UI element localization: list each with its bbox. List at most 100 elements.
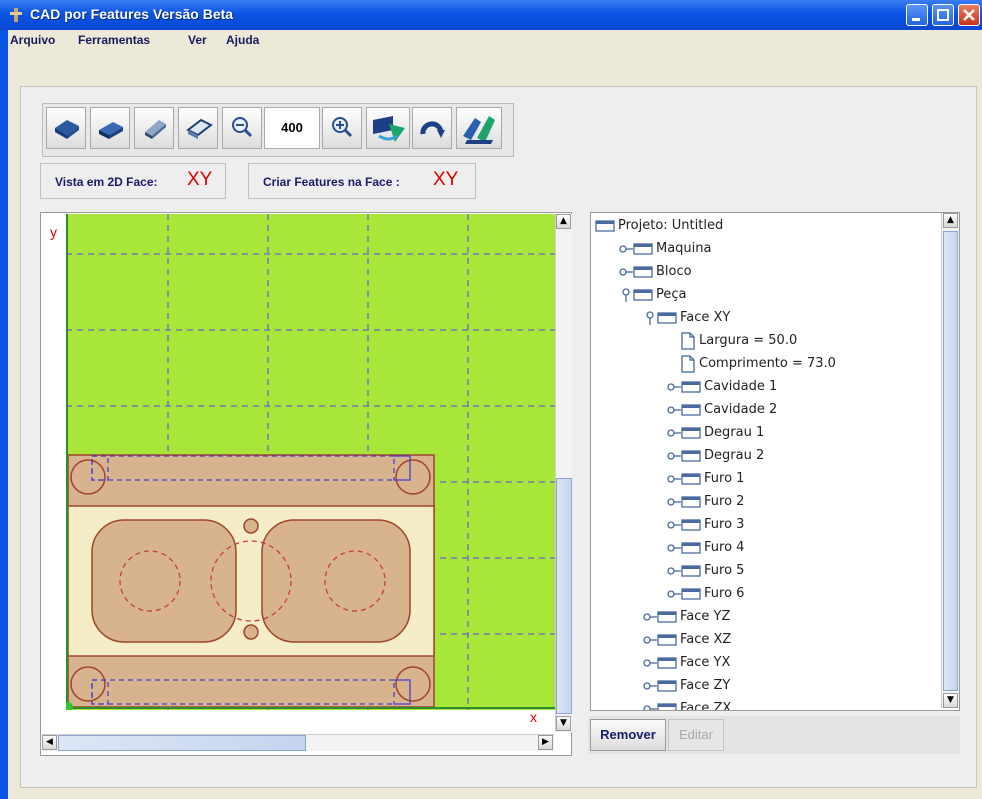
tree-node[interactable]: Face ZX [643,699,731,712]
folder-icon [657,634,677,646]
canvas-hscroll-thumb[interactable] [58,735,306,751]
minimize-button[interactable] [906,4,928,26]
folder-icon [681,450,701,462]
canvas-vertical-scrollbar[interactable]: ▲ ▼ [555,214,572,732]
view-top-icon [55,120,79,139]
tree-vertical-scrollbar[interactable]: ▲ ▼ [941,213,959,708]
remover-button[interactable]: Remover [590,719,666,751]
minimize-icon [912,18,920,21]
tree-node[interactable]: Largura = 50.0 [667,331,797,351]
tree-expanded-handle-icon[interactable] [643,310,657,325]
tree-collapsed-handle-icon[interactable] [619,242,633,256]
tree-collapsed-handle-icon[interactable] [643,702,657,712]
tree-collapsed-handle-icon[interactable] [667,426,681,440]
maximize-button[interactable] [932,4,954,26]
tree-node[interactable]: Face ZY [643,676,730,696]
tree-node-label: Projeto: Untitled [618,218,724,233]
view-side-button[interactable] [134,107,174,149]
menu-arquivo[interactable]: Arquivo [10,33,55,47]
view-wire-button[interactable] [178,107,218,149]
tree-node[interactable]: Cavidade 2 [667,400,777,420]
tree-node-label: Furo 3 [704,517,745,532]
tree-node[interactable]: Degrau 1 [667,423,764,443]
tree-node[interactable]: Furo 2 [667,492,744,512]
tree-node-label: Peça [656,287,687,302]
folder-icon [681,404,701,416]
rotate-arrow-button[interactable] [366,107,410,149]
close-button[interactable] [958,4,980,26]
scroll-up-button[interactable]: ▲ [556,214,571,229]
tree-collapsed-handle-icon[interactable] [667,449,681,463]
window-border [0,30,8,799]
tree-collapsed-handle-icon[interactable] [643,656,657,670]
menu-ajuda[interactable]: Ajuda [226,33,259,47]
tree-node[interactable]: Furo 4 [667,538,744,558]
tree-node[interactable]: Furo 3 [667,515,744,535]
tree-collapsed-handle-icon[interactable] [667,472,681,486]
canvas-horizontal-scrollbar[interactable]: ◀ ▶ [42,734,554,751]
view-front-button[interactable] [90,107,130,149]
zoom-out-icon [232,117,253,138]
editar-button[interactable]: Editar [668,719,724,751]
tree-expanded-handle-icon[interactable] [619,287,633,302]
folder-icon [633,243,653,255]
drawing-canvas[interactable] [66,214,556,710]
rotate-circle-button[interactable] [412,107,452,149]
folder-icon [681,473,701,485]
tree-node-label: Largura = 50.0 [699,333,798,348]
tree-node-label: Face ZY [680,678,731,693]
menu-ver[interactable]: Ver [188,33,207,47]
tree-node-label: Face YZ [680,609,731,624]
folder-icon [657,611,677,623]
scroll-down-button[interactable]: ▼ [556,716,571,731]
tree-collapsed-handle-icon[interactable] [667,518,681,532]
tree-node[interactable]: Face YX [643,653,730,673]
scroll-right-button[interactable]: ▶ [538,735,553,750]
rotate-arrow-icon [373,116,405,142]
canvas-vscroll-thumb[interactable] [556,478,572,714]
tree-node[interactable]: Face XY [643,308,730,328]
tree-node[interactable]: Maquina [619,239,712,259]
axes-button[interactable] [456,107,502,149]
view-wire-icon [186,118,213,139]
tree-node[interactable]: Peça [619,285,687,305]
tree-scroll-up-button[interactable]: ▲ [943,213,958,228]
criar-features-face-label: Criar Features na Face : [263,175,400,189]
tree-node[interactable]: Face YZ [643,607,730,627]
tree-collapsed-handle-icon[interactable] [667,564,681,578]
tree-node[interactable]: Cavidade 1 [667,377,777,397]
criar-features-face-box: Criar Features na Face : XY [248,163,476,199]
menu-ferramentas[interactable]: Ferramentas [78,33,150,47]
tree-collapsed-handle-icon[interactable] [619,265,633,279]
tree-button-bar: Remover Editar [588,716,960,754]
tree-vscroll-thumb[interactable] [943,231,958,691]
tree-node[interactable]: Furo 1 [667,469,744,489]
tree-collapsed-handle-icon[interactable] [667,380,681,394]
tree-collapsed-handle-icon[interactable] [667,495,681,509]
tree-scroll-down-button[interactable]: ▼ [943,693,958,708]
tree-node-label: Cavidade 1 [704,379,778,394]
tree-node[interactable]: Bloco [619,262,692,282]
criar-features-face-value: XY [433,169,459,190]
tree-node[interactable]: Furo 5 [667,561,744,581]
tree-node[interactable]: Comprimento = 73.0 [667,354,836,374]
tree-node[interactable]: Projeto: Untitled [595,216,723,236]
zoom-level-field[interactable]: 400 [264,107,320,149]
tree-node-label: Furo 5 [704,563,745,578]
tree-collapsed-handle-icon[interactable] [643,679,657,693]
zoom-out-button[interactable] [222,107,262,149]
zoom-in-button[interactable] [322,107,362,149]
tree-node[interactable]: Face XZ [643,630,731,650]
maximize-icon [937,9,949,21]
scroll-left-button[interactable]: ◀ [42,735,57,750]
tree-collapsed-handle-icon[interactable] [667,587,681,601]
tree-collapsed-handle-icon[interactable] [643,633,657,647]
view-top-button[interactable] [46,107,86,149]
tree-collapsed-handle-icon[interactable] [643,610,657,624]
tree-node-label: Degrau 1 [704,425,765,440]
tree-node[interactable]: Degrau 2 [667,446,764,466]
tree-collapsed-handle-icon[interactable] [667,403,681,417]
folder-icon [633,289,653,301]
tree-node[interactable]: Furo 6 [667,584,744,604]
tree-collapsed-handle-icon[interactable] [667,541,681,555]
